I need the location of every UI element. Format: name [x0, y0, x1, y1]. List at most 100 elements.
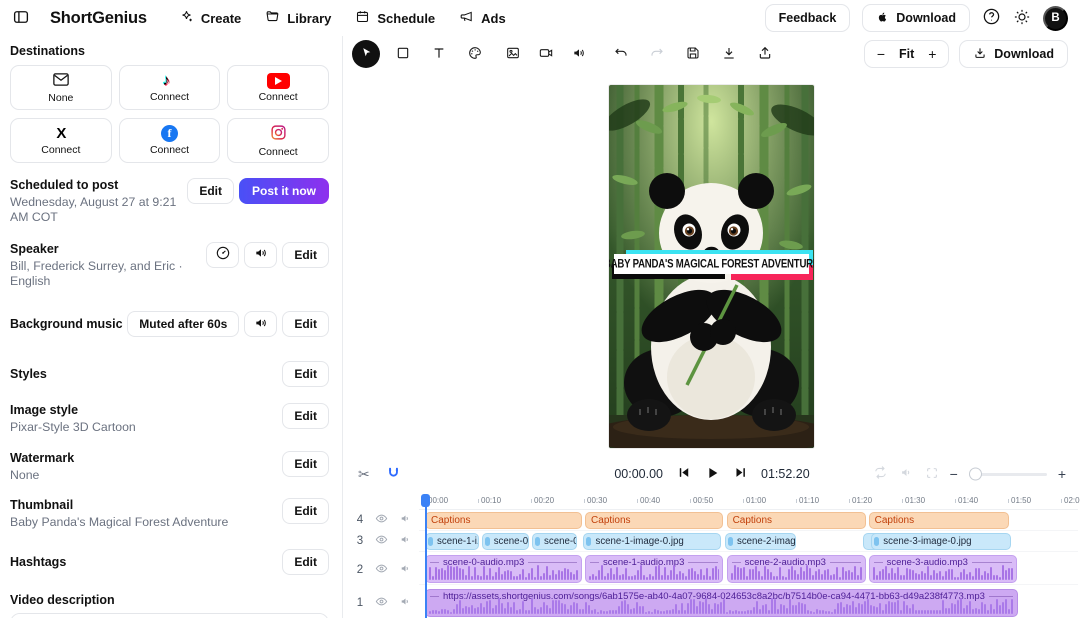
image-clip[interactable]: scene-0-... [482, 533, 529, 550]
track-2-visibility-button[interactable] [375, 562, 388, 578]
watermark-edit-button[interactable]: Edit [282, 451, 329, 477]
track-1-mute-button[interactable] [399, 595, 412, 611]
timeline-zoom-slider[interactable] [969, 473, 1047, 476]
destination-facebook[interactable]: f Connect [119, 118, 221, 163]
video-description-input[interactable]: Follow an adorable baby panda on an unfo… [10, 613, 329, 618]
share-upload-button[interactable] [752, 41, 778, 67]
help-button[interactable] [982, 7, 1001, 29]
mute-button[interactable] [899, 465, 914, 483]
speaker-edit-button[interactable]: Edit [282, 242, 329, 268]
captions-clip[interactable]: Captions [727, 512, 866, 529]
speaker-preview-button[interactable] [244, 242, 277, 268]
captions-clip[interactable]: Captions [585, 512, 723, 529]
timeline-ruler[interactable]: 00:0000:1000:2000:3000:4000:5001:0001:10… [419, 494, 1078, 510]
main-nav: Create Library Schedule Ads [179, 9, 506, 27]
sidebar-toggle-button[interactable] [12, 8, 30, 29]
background-music-label: Background music [10, 311, 123, 331]
destination-email[interactable]: None [10, 65, 112, 110]
hashtags-label: Hashtags [10, 549, 66, 569]
undo-button[interactable] [608, 41, 634, 67]
video-tool-button[interactable] [533, 41, 559, 67]
music-muted-button[interactable]: Muted after 60s [127, 311, 239, 337]
timeline-zoom-out-button[interactable]: − [950, 466, 958, 482]
nav-library[interactable]: Library [265, 9, 331, 27]
redo-button[interactable] [644, 41, 670, 67]
track-3-mute-button[interactable] [399, 533, 412, 549]
shape-tool-button[interactable] [390, 41, 416, 67]
speech-speed-button[interactable] [206, 242, 239, 268]
zoom-in-button[interactable]: + [920, 46, 944, 62]
theme-toggle-button[interactable] [1013, 8, 1031, 29]
track-4-visibility-button[interactable] [375, 512, 388, 528]
settings-sidebar: Destinations None ♪♪♪ Connect Connect X … [0, 36, 343, 618]
nav-schedule[interactable]: Schedule [355, 9, 435, 27]
zoom-out-button[interactable]: − [869, 46, 893, 62]
destination-instagram[interactable]: Connect [227, 118, 329, 163]
speaker-volume-icon [253, 245, 269, 264]
skip-forward-icon [733, 465, 748, 483]
save-button[interactable] [680, 41, 706, 67]
image-style-edit-button[interactable]: Edit [282, 403, 329, 429]
image-clip[interactable]: scene-1-i... [425, 533, 479, 550]
text-tool-button[interactable] [426, 41, 452, 67]
image-clip[interactable]: scene-2-imag... [725, 533, 796, 550]
nav-create[interactable]: Create [179, 9, 241, 27]
fullscreen-button[interactable] [925, 466, 939, 483]
music-preview-button[interactable] [244, 311, 277, 337]
current-time: 00:00.00 [614, 467, 663, 481]
ruler-tick: 01:50 [1008, 496, 1031, 505]
avatar[interactable]: B [1043, 6, 1068, 31]
watermark-row: Watermark None Edit [10, 451, 329, 483]
video-preview[interactable]: BABY PANDA'S MAGICAL FOREST ADVENTURE [609, 85, 814, 448]
video-download-button[interactable]: Download [959, 40, 1068, 68]
audio-clip[interactable]: scene-0-audio.mp3 [425, 555, 582, 583]
hashtags-edit-button[interactable]: Edit [282, 549, 329, 575]
feedback-button[interactable]: Feedback [765, 4, 851, 32]
download-icon [721, 45, 737, 64]
image-clip[interactable]: scene-3-image-0.jpg [871, 533, 1010, 550]
cut-tool-button[interactable]: ✂ [358, 466, 370, 483]
scheduled-edit-button[interactable]: Edit [187, 178, 234, 204]
app-download-button[interactable]: Download [862, 4, 970, 32]
track-4-mute-button[interactable] [399, 512, 412, 528]
captions-clip[interactable]: Captions [425, 512, 582, 529]
track-2-mute-button[interactable] [399, 562, 412, 578]
timeline-zoom-in-button[interactable]: + [1058, 466, 1066, 482]
destination-youtube[interactable]: Connect [227, 65, 329, 110]
image-tool-button[interactable] [500, 41, 526, 67]
play-icon [704, 465, 720, 484]
destination-x[interactable]: X Connect [10, 118, 112, 163]
folder-icon [265, 9, 280, 27]
audio-clip[interactable]: scene-3-audio.mp3 [869, 555, 1017, 583]
email-icon [52, 72, 70, 90]
destination-tiktok[interactable]: ♪♪♪ Connect [119, 65, 221, 110]
track-3-visibility-button[interactable] [375, 533, 388, 549]
nav-ads[interactable]: Ads [459, 9, 506, 27]
image-clip[interactable]: scene-1-image-0.jpg [583, 533, 721, 550]
hashtags-row: Hashtags Edit [10, 549, 329, 575]
audio-tool-button[interactable] [566, 41, 592, 67]
skip-forward-button[interactable] [733, 465, 748, 483]
post-it-now-button[interactable]: Post it now [239, 178, 329, 204]
skip-back-button[interactable] [676, 465, 691, 483]
image-clip[interactable]: scene-0... [532, 533, 577, 550]
export-download-button[interactable] [716, 41, 742, 67]
zoom-fit-button[interactable]: Fit [893, 47, 920, 61]
music-clip[interactable]: https://assets.shortgenius.com/songs/6ab… [425, 589, 1018, 617]
audio-clip[interactable]: scene-2-audio.mp3 [727, 555, 866, 583]
track-1-visibility-button[interactable] [375, 595, 388, 611]
loop-button[interactable] [873, 465, 888, 483]
audio-clip[interactable]: scene-1-audio.mp3 [585, 555, 723, 583]
slider-knob[interactable] [969, 468, 982, 481]
play-button[interactable] [704, 465, 720, 484]
track-header-2: 2 [356, 561, 412, 579]
style-tool-button[interactable] [462, 41, 488, 67]
snap-toggle-button[interactable] [386, 465, 401, 483]
video-title-banner[interactable]: BABY PANDA'S MAGICAL FOREST ADVENTURE [614, 254, 809, 274]
select-tool-button[interactable] [352, 40, 380, 68]
styles-edit-button[interactable]: Edit [282, 361, 329, 387]
music-edit-button[interactable]: Edit [282, 311, 329, 337]
image-style-label: Image style [10, 403, 136, 417]
thumbnail-edit-button[interactable]: Edit [282, 498, 329, 524]
captions-clip[interactable]: Captions [869, 512, 1010, 529]
